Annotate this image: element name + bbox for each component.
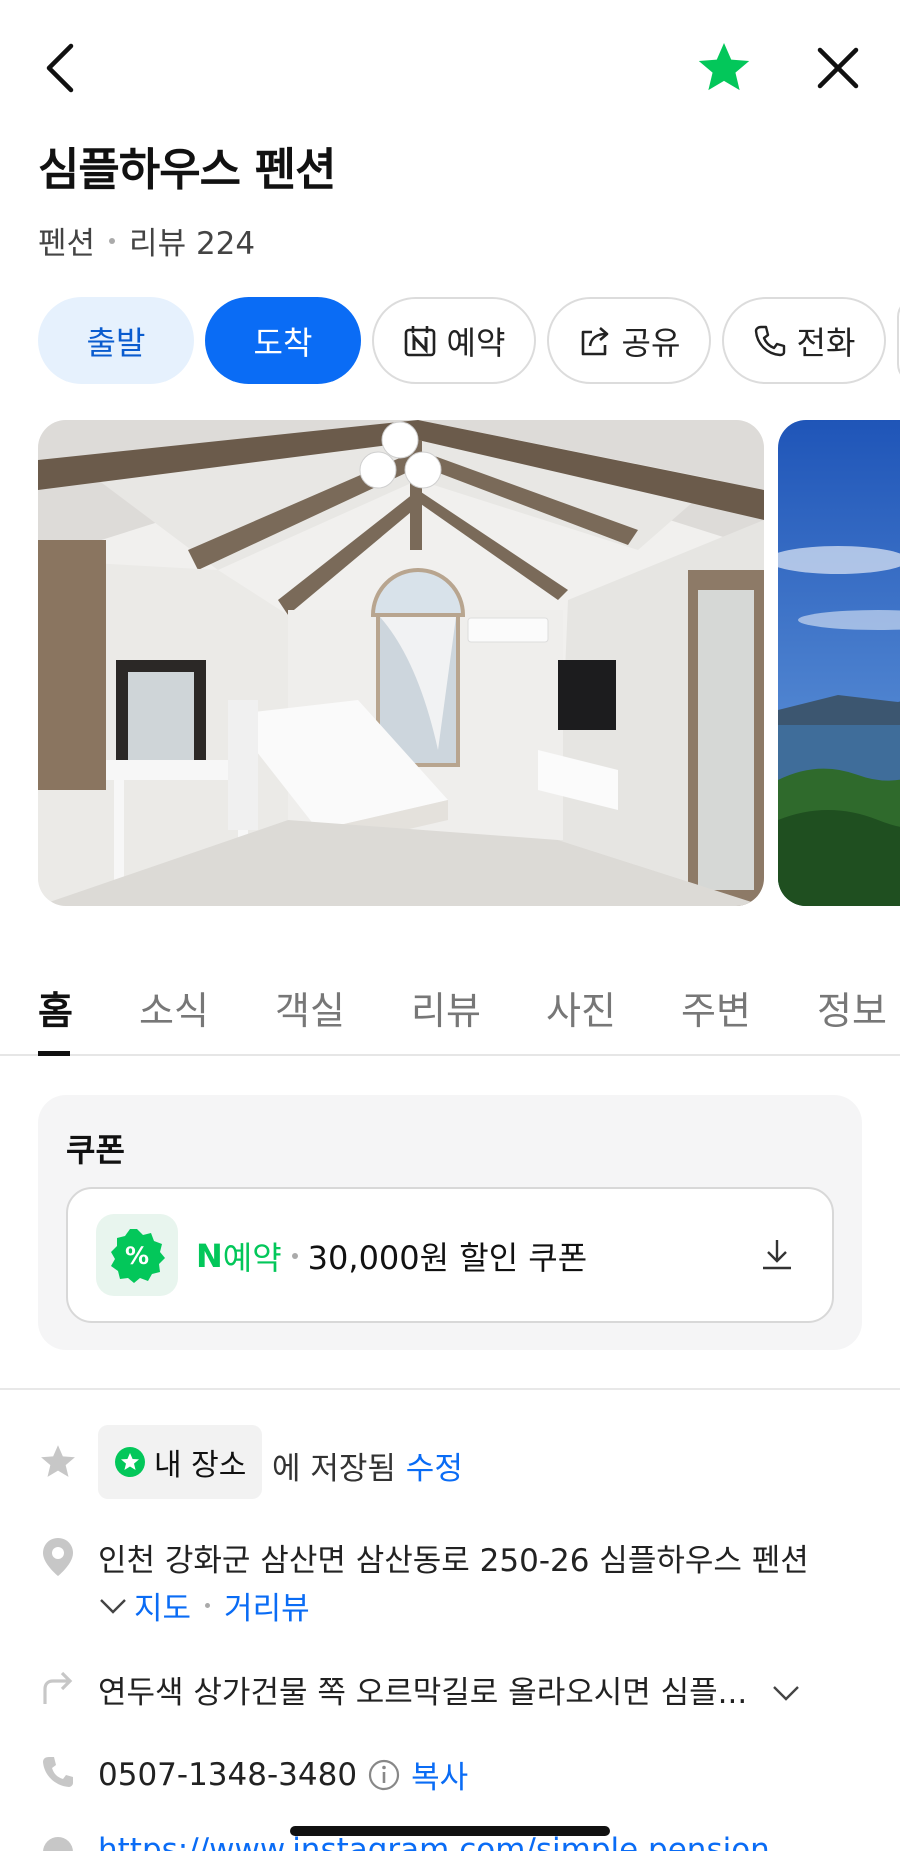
coupon-item[interactable]: % N 예약 30,000원 할인 쿠폰 bbox=[66, 1187, 834, 1323]
depart-label: 출발 bbox=[86, 323, 146, 362]
coupon-badge: % bbox=[96, 1214, 178, 1296]
sea-view-image bbox=[778, 420, 900, 906]
my-places-label: 내 장소 bbox=[154, 1448, 247, 1483]
share-button[interactable]: 공유 bbox=[547, 297, 711, 384]
back-button[interactable] bbox=[36, 36, 84, 100]
coupon-section-title: 쿠폰 bbox=[66, 1131, 125, 1169]
phone-info: 0507-1348-3480 복사 bbox=[98, 1752, 468, 1797]
tab-reviews[interactable]: 리뷰 bbox=[411, 980, 481, 1035]
directions-text-value: 연두색 상가건물 쪽 오르막길로 올라오시면 심플... bbox=[98, 1675, 748, 1711]
saved-row: 내 장소 에 저장됨 수정 bbox=[0, 1425, 900, 1500]
route-arrow-icon bbox=[38, 1667, 78, 1707]
chevron-down-icon[interactable] bbox=[771, 1683, 801, 1703]
close-icon bbox=[817, 47, 859, 89]
active-tab-indicator bbox=[38, 1051, 70, 1056]
copy-link[interactable]: 복사 bbox=[411, 1752, 468, 1797]
call-label: 전화 bbox=[796, 323, 856, 362]
coupon-section: 쿠폰 % N 예약 30,000원 할인 쿠폰 bbox=[38, 1095, 862, 1350]
tab-news[interactable]: 소식 bbox=[139, 980, 209, 1035]
call-button[interactable]: 전화 bbox=[722, 297, 886, 384]
svg-text:%: % bbox=[125, 1242, 149, 1270]
star-outline-icon bbox=[38, 1442, 78, 1482]
action-bar: 출발 도착 예약 공유 전화 bbox=[38, 297, 900, 384]
naver-n-logo: N bbox=[196, 1237, 223, 1275]
share-label: 공유 bbox=[621, 323, 681, 362]
reserve-button[interactable]: 예약 bbox=[372, 297, 536, 384]
place-title: 심플하우스 펜션 bbox=[38, 143, 336, 196]
chevron-left-icon bbox=[46, 43, 74, 93]
map-link[interactable]: 지도 bbox=[134, 1583, 191, 1628]
phone-number[interactable]: 0507-1348-3480 bbox=[98, 1757, 357, 1793]
link-separator bbox=[205, 1603, 211, 1608]
top-bar bbox=[0, 0, 900, 135]
scenery-photo[interactable] bbox=[778, 420, 900, 906]
tab-rooms[interactable]: 객실 bbox=[275, 980, 345, 1035]
favorite-button[interactable] bbox=[692, 36, 756, 100]
section-divider bbox=[0, 1388, 900, 1390]
reserve-label: 예약 bbox=[446, 323, 506, 362]
phone-icon bbox=[754, 325, 785, 356]
tab-info[interactable]: 정보 bbox=[817, 980, 887, 1035]
place-meta: 펜션 리뷰 224 bbox=[38, 218, 255, 263]
my-places-chip[interactable]: 내 장소 bbox=[98, 1425, 262, 1499]
tab-photos[interactable]: 사진 bbox=[546, 980, 616, 1035]
coupon-separator bbox=[291, 1253, 298, 1259]
tab-bar: 홈 소식 객실 리뷰 사진 주변 정보 bbox=[0, 970, 900, 1056]
star-icon bbox=[698, 43, 750, 91]
place-category: 펜션 bbox=[38, 226, 96, 262]
share-icon bbox=[581, 326, 608, 355]
coupon-description: N 예약 30,000원 할인 쿠폰 bbox=[196, 1233, 587, 1279]
bedroom-image bbox=[38, 420, 764, 906]
meta-separator bbox=[109, 237, 116, 244]
directions-text: 연두색 상가건물 쪽 오르막길로 올라오시면 심플... bbox=[98, 1667, 801, 1712]
location-pin-icon bbox=[38, 1537, 78, 1577]
calendar-n-icon bbox=[404, 325, 435, 356]
home-indicator bbox=[290, 1826, 610, 1836]
review-count[interactable]: 리뷰 224 bbox=[129, 218, 255, 263]
globe-icon bbox=[38, 1832, 78, 1851]
tab-home[interactable]: 홈 bbox=[38, 980, 73, 1035]
saved-text: 에 저장됨 bbox=[272, 1451, 396, 1487]
percent-badge-icon: % bbox=[111, 1229, 165, 1283]
green-star-badge-icon bbox=[115, 1447, 145, 1477]
address-row: 인천 강화군 삼산면 삼산동로 250-26 심플하우스 펜션 지도 거리뷰 bbox=[0, 1535, 900, 1635]
download-icon bbox=[763, 1240, 791, 1270]
streetview-link[interactable]: 거리뷰 bbox=[224, 1583, 310, 1628]
depart-button[interactable]: 출발 bbox=[38, 297, 194, 384]
directions-row[interactable]: 연두색 상가건물 쪽 오르막길로 올라오시면 심플... bbox=[0, 1665, 900, 1715]
naver-reserve-word: 예약 bbox=[222, 1239, 282, 1277]
coupon-text: 30,000원 할인 쿠폰 bbox=[307, 1239, 588, 1277]
arrive-button[interactable]: 도착 bbox=[205, 297, 361, 384]
close-button[interactable] bbox=[806, 36, 870, 100]
coupon-download-button[interactable] bbox=[752, 1229, 802, 1279]
address-links: 지도 거리뷰 bbox=[98, 1583, 310, 1628]
phone-icon bbox=[38, 1752, 78, 1792]
info-circle-icon[interactable] bbox=[367, 1758, 401, 1792]
arrive-label: 도착 bbox=[253, 323, 313, 362]
address-text: 인천 강화군 삼산면 삼산동로 250-26 심플하우스 펜션 bbox=[98, 1543, 809, 1579]
edit-link[interactable]: 수정 bbox=[406, 1451, 463, 1487]
tab-nearby[interactable]: 주변 bbox=[681, 980, 751, 1035]
naver-reserve-brand: N 예약 bbox=[196, 1233, 282, 1279]
chevron-down-icon[interactable] bbox=[98, 1596, 128, 1616]
room-photo[interactable] bbox=[38, 420, 764, 906]
saved-status: 에 저장됨 수정 bbox=[272, 1443, 463, 1488]
phone-row: 0507-1348-3480 복사 bbox=[0, 1750, 900, 1800]
